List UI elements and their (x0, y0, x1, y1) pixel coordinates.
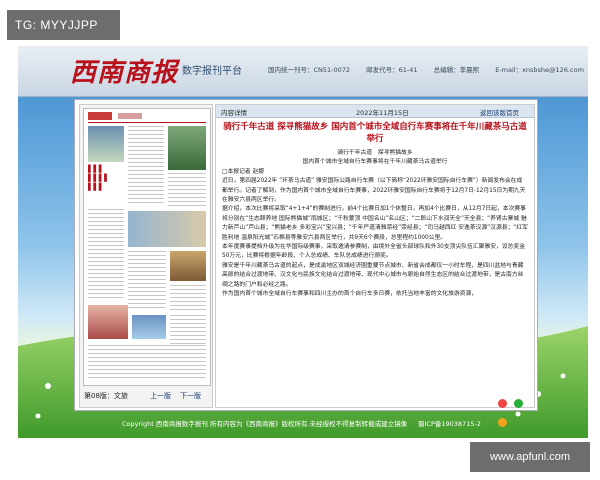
back-to-page-link[interactable]: 返回该版首页 (480, 107, 519, 117)
copyright-text: Copyright 西南商报数字报刊 (122, 420, 208, 428)
article-photo-3 (128, 211, 206, 247)
article-subtitle: 骑行千年古道 探寻熊猫故乡 (337, 150, 413, 156)
weibo-share-icon[interactable] (498, 399, 507, 408)
issn-text: 国内统一刊号：CN51-0072 (268, 66, 351, 74)
watermark-tag: TG: MYYJJPP (7, 10, 120, 40)
newspaper-page-image[interactable]: ▌▌▌ ▌▌▌▌ ▌▌▌ (83, 108, 211, 386)
text-column (128, 251, 166, 311)
article-paragraph: 据介绍，本次比赛将采取“4+1+4”的赛制进行，前4个比赛日加1个休整日，再加4… (222, 206, 528, 241)
editor-text: 总编辑：李晨熙 (433, 66, 480, 74)
article-photo-1 (88, 126, 124, 162)
masthead-section-mark (118, 113, 142, 119)
article-paragraph: 本年度赛事提档升级为在华国际级赛事，采取邀请参赛制，由境外全省头部球队和外30支… (222, 244, 526, 260)
article-photo-2 (168, 126, 206, 170)
icp-link[interactable]: 蜀ICP备19038715-2 (418, 418, 481, 428)
reader-panel: ▌▌▌ ▌▌▌▌ ▌▌▌ 第08版：文旅 上一版 下一版 内容详情 2022年1… (74, 99, 538, 427)
text-column (128, 126, 164, 206)
article-tab-bar: 内容详情 2022年11月15日 返回该版首页 (216, 105, 534, 118)
text-column (88, 345, 206, 381)
article-photo-4 (170, 251, 206, 281)
header-info: 国内统一刊号：CN51-0072 邮发代号：61-41 总编辑：李晨熙 E-ma… (268, 64, 588, 74)
next-page-link[interactable]: 下一版 (180, 391, 201, 401)
rights-text: 所有内容为《西南商报》版权所有.未经授权不得复制转载或建立镜像 (210, 420, 408, 428)
article-paragraph: 作为国内首个城市全域自行车赛事和四川主办的首个自行车多日赛，依托当地丰富的文化旅… (222, 291, 478, 298)
email-text: E-mail：xnsbshe@126.com (495, 66, 584, 74)
wechat-share-icon[interactable] (514, 399, 524, 408)
article-panel: 内容详情 2022年11月15日 返回该版首页 骑行千年古道 探寻熊猫故乡 国内… (215, 104, 535, 427)
article-title: 骑行千年古道 探寻熊猫故乡 国内首个城市全域自行车赛事将在千年川藏茶马古道举行 (223, 122, 527, 144)
article-paragraph: 近日，第四届2022年 “环茶马古道” 雅安国际公路自行车赛（以下简称“2022… (222, 178, 526, 204)
headline-block-1: ▌▌▌ ▌▌▌▌ ▌▌▌ (88, 165, 124, 201)
watermark-url: www.apfunl.com (470, 442, 590, 472)
article-byline: □本报记者 赵娜 (222, 168, 265, 175)
masthead-logo-mark (88, 112, 112, 120)
issue-date: 2022年11月15日 (356, 109, 409, 117)
text-column (168, 173, 206, 207)
platform-name: 数字报刊平台 (182, 66, 242, 77)
text-column (170, 315, 206, 345)
tab-content-detail[interactable]: 内容详情 (221, 107, 247, 117)
prev-page-link[interactable]: 上一版 (150, 391, 171, 401)
page-navigation: 第08版：文旅 上一版 下一版 (80, 387, 212, 405)
epaper-site: 西南商报 数字报刊平台 国内统一刊号：CN51-0072 邮发代号：61-41 … (18, 46, 588, 438)
page-label: 第08版：文旅 (84, 392, 128, 400)
newspaper-logo[interactable]: 西南商报 (70, 52, 178, 89)
text-column (88, 209, 124, 299)
article-paragraph: 雅安是千年川藏茶马古道的起点，是成渝地区双城经济圈重要节点城市、新省会成都仅一小… (222, 262, 524, 288)
site-footer: Copyright 西南商报数字报刊 所有内容为《西南商报》版权所有.未经授权不… (18, 412, 588, 438)
article-photo-6 (132, 315, 166, 339)
article-body: 骑行千年古道 探寻熊猫故乡 国内首个城市全域自行车赛事将在千年川藏茶马古道举行 … (222, 149, 528, 405)
text-column (170, 285, 206, 311)
postal-code-text: 邮发代号：61-41 (366, 66, 418, 74)
site-header: 西南商报 数字报刊平台 国内统一刊号：CN51-0072 邮发代号：61-41 … (18, 46, 588, 97)
article-photo-5 (88, 305, 128, 339)
page-masthead (88, 112, 206, 123)
article-subtitle: 国内首个城市全域自行车赛事将在千年川藏茶马古道举行 (302, 159, 448, 166)
page-thumbnail-panel: ▌▌▌ ▌▌▌▌ ▌▌▌ 第08版：文旅 上一版 下一版 (79, 104, 213, 408)
